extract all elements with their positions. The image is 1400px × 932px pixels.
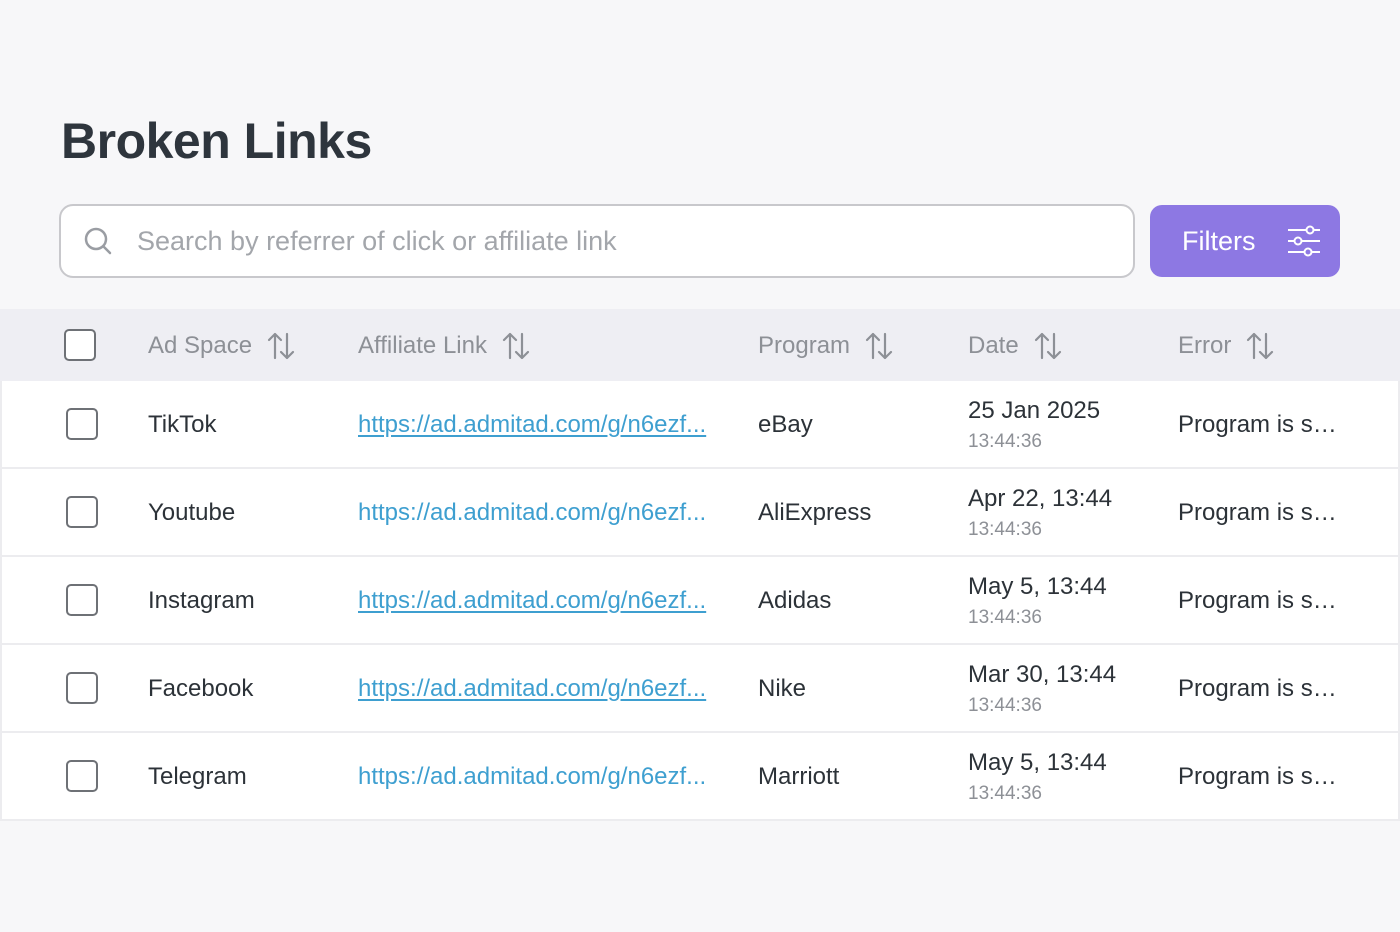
- table-row[interactable]: Telegram https://ad.admitad.com/g/n6ezf.…: [0, 733, 1400, 821]
- error-cell: Program is su...: [1178, 411, 1346, 438]
- sort-arrows-icon[interactable]: [266, 331, 296, 361]
- column-header-ad-space[interactable]: Ad Space: [148, 331, 296, 361]
- time-cell: 13:44:36: [968, 783, 1042, 804]
- row-checkbox[interactable]: [66, 408, 98, 440]
- time-cell: 13:44:36: [968, 431, 1042, 452]
- time-cell: 13:44:36: [968, 695, 1042, 716]
- column-header-affiliate-link[interactable]: Affiliate Link: [358, 331, 531, 361]
- page-title: Broken Links: [61, 113, 372, 169]
- program-cell: eBay: [758, 411, 813, 438]
- affiliate-link[interactable]: https://ad.admitad.com/g/n6ezf...: [358, 675, 720, 703]
- ad-space-cell: Telegram: [148, 763, 247, 790]
- column-header-error[interactable]: Error: [1178, 331, 1275, 361]
- broken-links-table: Ad Space Affiliate Link Program Date Err…: [0, 309, 1400, 821]
- date-cell: May 5, 13:44: [968, 749, 1107, 776]
- row-checkbox[interactable]: [66, 672, 98, 704]
- program-cell: AliExpress: [758, 499, 872, 526]
- error-cell: Program is su...: [1178, 763, 1346, 790]
- date-cell: Apr 22, 13:44: [968, 485, 1113, 512]
- ad-space-cell: Facebook: [148, 675, 254, 702]
- table-row[interactable]: Facebook https://ad.admitad.com/g/n6ezf.…: [0, 645, 1400, 733]
- filters-label: Filters: [1182, 225, 1256, 256]
- date-cell: Mar 30, 13:44: [968, 661, 1117, 688]
- ad-space-cell: Youtube: [148, 499, 236, 526]
- ad-space-cell: Instagram: [148, 587, 255, 614]
- program-cell: Adidas: [758, 587, 832, 614]
- affiliate-link[interactable]: https://ad.admitad.com/g/n6ezf...: [358, 499, 720, 527]
- affiliate-link[interactable]: https://ad.admitad.com/g/n6ezf...: [358, 587, 720, 615]
- column-label: Date: [968, 332, 1019, 359]
- sort-arrows-icon[interactable]: [501, 331, 531, 361]
- column-label: Error: [1178, 332, 1232, 359]
- sort-arrows-icon[interactable]: [1033, 331, 1063, 361]
- affiliate-link[interactable]: https://ad.admitad.com/g/n6ezf...: [358, 763, 720, 791]
- date-cell: May 5, 13:44: [968, 573, 1107, 600]
- search-input[interactable]: [137, 225, 1097, 257]
- time-cell: 13:44:36: [968, 607, 1042, 628]
- table-row[interactable]: Instagram https://ad.admitad.com/g/n6ezf…: [0, 557, 1400, 645]
- ad-space-cell: TikTok: [148, 411, 217, 438]
- error-cell: Program is su...: [1178, 675, 1346, 702]
- error-cell: Program is su...: [1178, 499, 1346, 526]
- time-cell: 13:44:36: [968, 519, 1042, 540]
- program-cell: Nike: [758, 675, 807, 702]
- sort-arrows-icon[interactable]: [864, 331, 894, 361]
- affiliate-link[interactable]: https://ad.admitad.com/g/n6ezf...: [358, 411, 720, 439]
- row-checkbox[interactable]: [66, 584, 98, 616]
- table-row[interactable]: Youtube https://ad.admitad.com/g/n6ezf..…: [0, 469, 1400, 557]
- table-row[interactable]: TikTok https://ad.admitad.com/g/n6ezf...…: [0, 381, 1400, 469]
- error-cell: Program is su...: [1178, 587, 1346, 614]
- table-header: Ad Space Affiliate Link Program Date Err…: [0, 309, 1400, 381]
- search-box[interactable]: [59, 204, 1135, 278]
- sliders-icon: [1286, 223, 1322, 259]
- row-checkbox[interactable]: [66, 760, 98, 792]
- program-cell: Marriott: [758, 763, 840, 790]
- column-header-date[interactable]: Date: [968, 331, 1063, 361]
- column-label: Ad Space: [148, 332, 253, 359]
- date-cell: 25 Jan 2025: [968, 397, 1101, 424]
- row-checkbox[interactable]: [66, 496, 98, 528]
- column-header-program[interactable]: Program: [758, 331, 894, 361]
- column-label: Affiliate Link: [358, 332, 487, 359]
- sort-arrows-icon[interactable]: [1245, 331, 1275, 361]
- search-icon: [83, 226, 113, 256]
- select-all-checkbox[interactable]: [64, 329, 96, 361]
- column-label: Program: [758, 332, 851, 359]
- filters-button[interactable]: Filters: [1150, 205, 1340, 277]
